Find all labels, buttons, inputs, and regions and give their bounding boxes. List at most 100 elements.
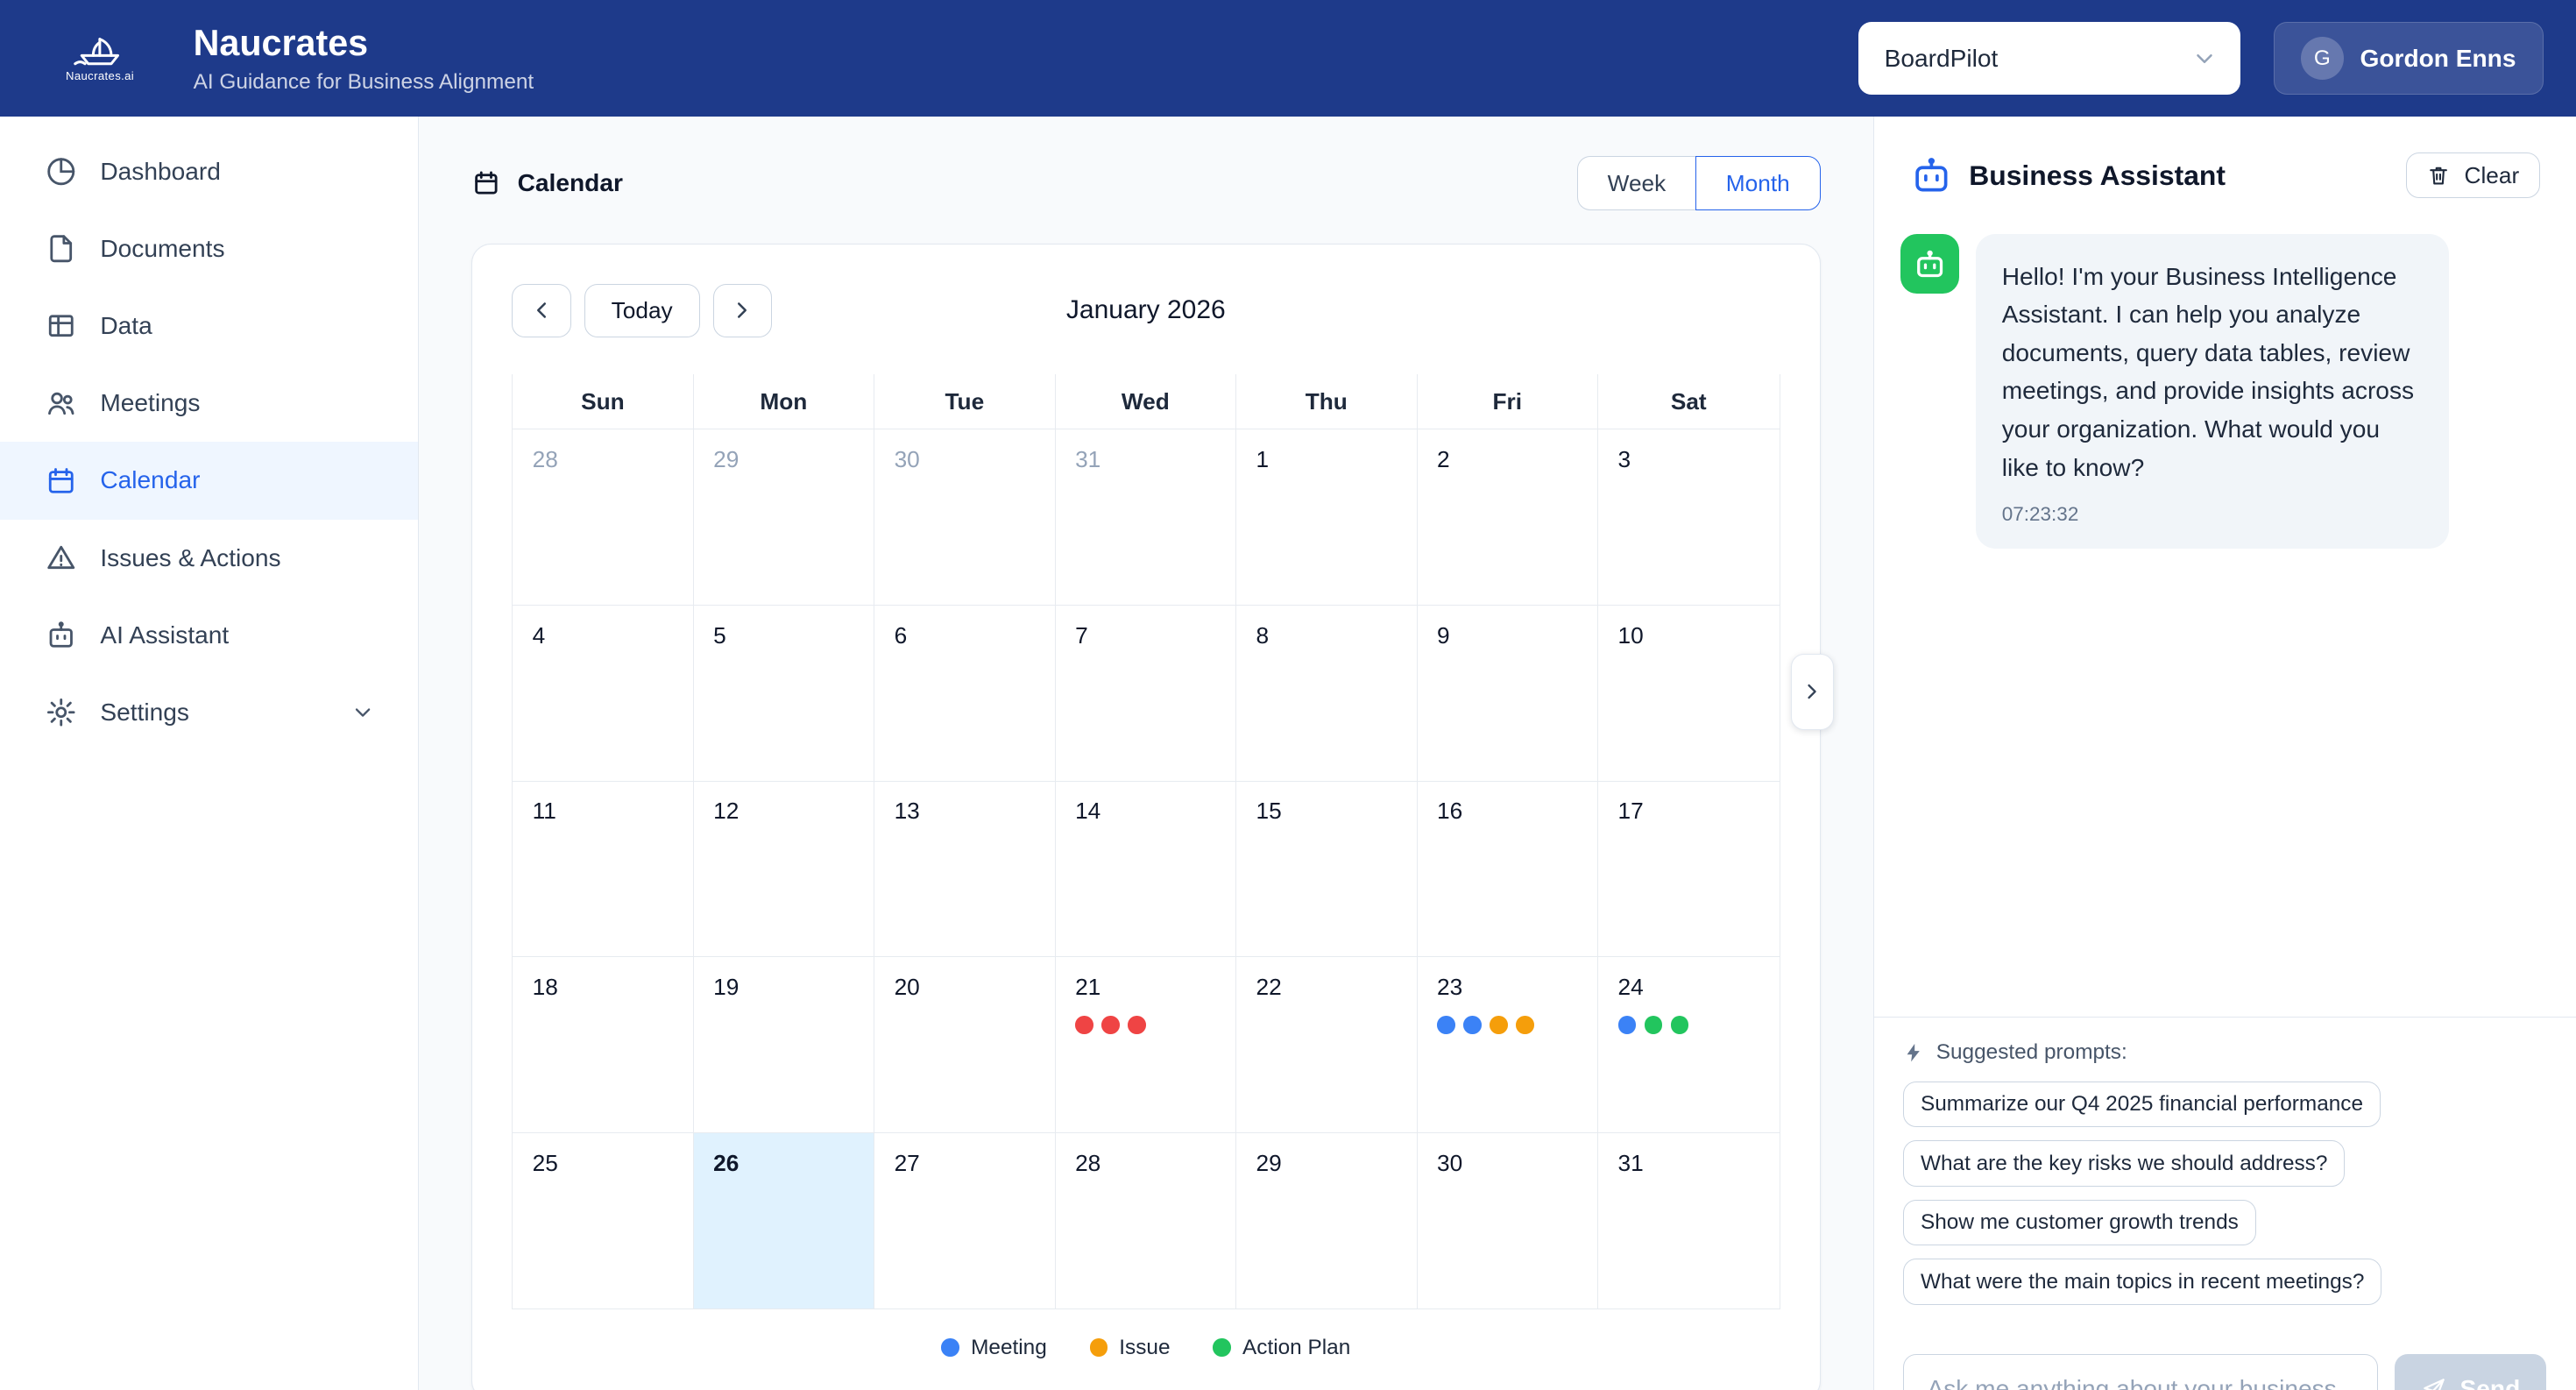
calendar-day-cell[interactable]: 3 [1598,429,1780,606]
day-number: 6 [894,621,908,649]
calendar-day-cell[interactable]: 28 [513,429,694,606]
legend-label: Issue [1119,1335,1171,1359]
prompt-suggestion[interactable]: Summarize our Q4 2025 financial performa… [1903,1081,2381,1128]
calendar-day-cell[interactable]: 8 [1236,606,1418,782]
day-number: 4 [532,621,546,649]
avatar: G [2300,37,2344,80]
day-number: 17 [1617,798,1644,825]
sidebar-item-dashboard[interactable]: Dashboard [0,133,418,210]
calendar-day-cell[interactable]: 13 [874,781,1056,958]
calendar-day-cell[interactable]: 7 [1055,606,1237,782]
calendar-day-cell[interactable]: 14 [1055,781,1237,958]
shell: Dashboard Documents Data Meetings Calend… [0,117,2576,1390]
day-number: 19 [713,974,740,1000]
day-number: 3 [1617,446,1631,473]
robot-icon [1910,154,1953,197]
dashboard-icon [45,155,78,188]
document-icon [45,232,78,266]
sidebar-item-settings[interactable]: Settings [0,674,418,751]
calendar-day-cell[interactable]: 11 [513,781,694,958]
calendar-day-cell[interactable]: 12 [693,781,875,958]
sidebar-item-documents[interactable]: Documents [0,210,418,287]
calendar-day-cell[interactable]: 30 [874,429,1056,606]
warning-triangle-icon [45,542,78,575]
sidebar-item-issues-actions[interactable]: Issues & Actions [0,520,418,597]
calendar-day-cell[interactable]: 27 [874,1132,1056,1309]
calendar-day-cell[interactable]: 29 [693,429,875,606]
robot-icon [45,619,78,652]
send-icon [2421,1376,2447,1390]
message-text: Hello! I'm your Business Intelligence As… [2001,262,2415,481]
weekday-header: Sun [513,373,694,430]
event-dot-red [1101,1015,1120,1034]
event-dot-red [1075,1015,1093,1034]
clear-label: Clear [2464,161,2520,188]
calendar-day-cell[interactable]: 31 [1598,1132,1780,1309]
sidebar-item-data[interactable]: Data [0,287,418,365]
project-select[interactable]: BoardPilot [1858,22,2241,95]
calendar-day-cell[interactable]: 22 [1236,957,1418,1133]
calendar-day-cell[interactable]: 29 [1236,1132,1418,1309]
prompt-suggestion[interactable]: Show me customer growth trends [1903,1199,2256,1246]
calendar-day-cell[interactable]: 30 [1417,1132,1599,1309]
calendar-day-cell[interactable]: 18 [513,957,694,1133]
message-timestamp: 07:23:32 [2001,502,2079,525]
day-number: 2 [1437,446,1450,473]
view-toggle: Week Month [1576,156,1821,210]
prev-month-button[interactable] [512,283,571,338]
event-dots [1617,1015,1759,1034]
calendar-day-cell[interactable]: 20 [874,957,1056,1133]
calendar-day-cell[interactable]: 6 [874,606,1056,782]
legend-label: Meeting [971,1335,1047,1359]
calendar-day-cell[interactable]: 5 [693,606,875,782]
calendar-day-cell[interactable]: 1 [1236,429,1418,606]
next-month-button[interactable] [712,283,773,338]
legend-dot-issue [1089,1338,1108,1357]
panel-collapse-button[interactable] [1790,654,1834,730]
chevron-right-icon [729,297,755,323]
send-button[interactable]: Send [2394,1354,2547,1390]
day-number: 12 [713,798,740,825]
day-number: 14 [1075,798,1101,825]
message-bubble: Hello! I'm your Business Intelligence As… [1975,234,2449,550]
today-button[interactable]: Today [584,283,700,338]
calendar-day-cell[interactable]: 4 [513,606,694,782]
calendar-day-cell-today[interactable]: 26 [693,1132,875,1309]
calendar-day-cell[interactable]: 28 [1055,1132,1237,1309]
calendar-day-cell[interactable]: 25 [513,1132,694,1309]
calendar-day-cell[interactable]: 17 [1598,781,1780,958]
calendar-day-cell[interactable]: 24 [1598,957,1780,1133]
calendar-day-cell[interactable]: 2 [1417,429,1599,606]
calendar-day-cell[interactable]: 9 [1417,606,1599,782]
project-select-value: BoardPilot [1884,44,1999,72]
chat-messages[interactable]: Hello! I'm your Business Intelligence As… [1874,221,2576,1017]
calendar-day-cell[interactable]: 15 [1236,781,1418,958]
weekday-header: Thu [1236,373,1418,430]
sidebar-item-calendar[interactable]: Calendar [0,442,419,520]
week-view-button[interactable]: Week [1576,156,1696,210]
send-label: Send [2459,1374,2521,1390]
sidebar: Dashboard Documents Data Meetings Calend… [0,117,420,1390]
page-header: Calendar Week Month [471,156,1821,210]
legend-item-meeting: Meeting [941,1335,1047,1360]
sidebar-item-meetings[interactable]: Meetings [0,365,418,442]
suggested-prompts-label: Suggested prompts: [1936,1040,2127,1065]
calendar-day-cell[interactable]: 19 [693,957,875,1133]
prompt-suggestion[interactable]: What were the main topics in recent meet… [1903,1259,2382,1305]
chat-input[interactable] [1903,1354,2378,1390]
sidebar-item-ai-assistant[interactable]: AI Assistant [0,597,418,674]
prompt-suggestion[interactable]: What are the key risks we should address… [1903,1140,2346,1187]
calendar-day-cell[interactable]: 21 [1055,957,1237,1133]
calendar-day-cell[interactable]: 31 [1055,429,1237,606]
day-number: 8 [1256,621,1270,649]
weekday-header: Tue [874,373,1056,430]
user-menu-button[interactable]: G Gordon Enns [2273,22,2544,95]
clear-chat-button[interactable]: Clear [2405,152,2540,199]
event-dot-meeting [1437,1015,1455,1034]
calendar-day-cell[interactable]: 10 [1598,606,1780,782]
calendar-day-cell[interactable]: 16 [1417,781,1599,958]
day-number: 28 [532,446,558,473]
event-dot-meeting [1463,1015,1482,1034]
month-view-button[interactable]: Month [1695,156,1821,210]
calendar-day-cell[interactable]: 23 [1417,957,1599,1133]
